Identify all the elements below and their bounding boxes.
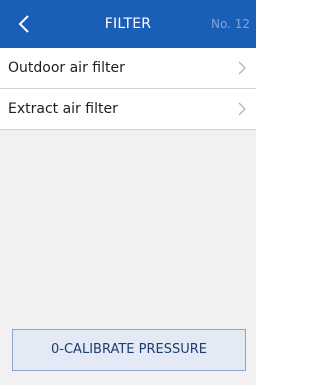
screen-number: No. 12 bbox=[210, 17, 250, 31]
menu-item-extract-air-filter[interactable]: Extract air filter bbox=[0, 89, 256, 130]
filter-menu: Outdoor air filter Extract air filter bbox=[0, 48, 256, 130]
filter-screen: FILTER No. 12 Outdoor air filter Extract… bbox=[0, 0, 256, 385]
menu-item-label: Extract air filter bbox=[8, 101, 118, 117]
header-bar: FILTER No. 12 bbox=[0, 0, 256, 48]
calibrate-pressure-button[interactable]: 0-CALIBRATE PRESSURE bbox=[12, 329, 246, 371]
menu-item-outdoor-air-filter[interactable]: Outdoor air filter bbox=[0, 48, 256, 89]
menu-item-label: Outdoor air filter bbox=[8, 60, 125, 76]
chevron-right-icon bbox=[238, 61, 246, 75]
chevron-right-icon bbox=[238, 102, 246, 116]
